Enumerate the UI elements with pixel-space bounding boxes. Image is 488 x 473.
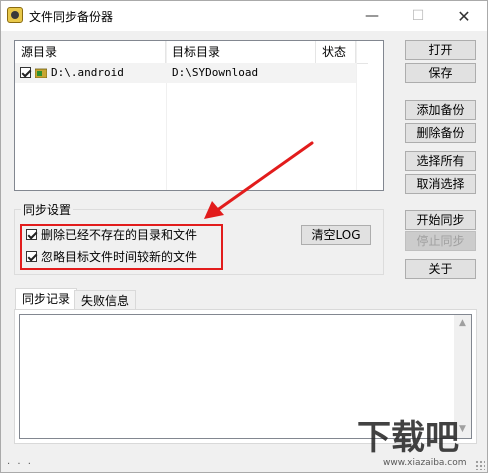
list-item[interactable]: D:\.android D:\SYDownload — [15, 63, 356, 83]
select-all-button[interactable]: 选择所有 — [405, 151, 476, 171]
app-logo-icon — [7, 7, 23, 23]
sync-settings-title: 同步设置 — [21, 201, 74, 218]
title-bar: 文件同步备份器 — ☐ ✕ — [1, 1, 487, 31]
window-title: 文件同步备份器 — [29, 10, 114, 24]
watermark-logo-icon: 下载吧 www.xiazaiba.com — [357, 418, 467, 468]
list-header: 源目录 目标目录 状态 — [15, 41, 368, 64]
add-backup-button[interactable]: 添加备份 — [405, 100, 476, 120]
column-divider — [356, 41, 357, 190]
cancel-selection-button[interactable]: 取消选择 — [405, 174, 476, 194]
status-text: . . . — [7, 456, 33, 467]
column-header-source[interactable]: 源目录 — [15, 41, 166, 63]
minimize-button[interactable]: — — [349, 1, 395, 31]
tab-failure-info[interactable]: 失败信息 — [74, 290, 137, 310]
start-sync-button[interactable]: 开始同步 — [405, 210, 476, 230]
row-target-path: D:\SYDownload — [172, 66, 259, 79]
annotation-highlight-box — [20, 224, 223, 270]
tab-sync-log[interactable]: 同步记录 — [15, 288, 78, 310]
stop-sync-button: 停止同步 — [405, 231, 476, 251]
close-button[interactable]: ✕ — [441, 1, 487, 31]
clear-log-button[interactable]: 清空LOG — [301, 225, 371, 245]
about-button[interactable]: 关于 — [405, 259, 476, 279]
watermark-text: 下载吧 — [357, 418, 459, 458]
column-header-status[interactable]: 状态 — [316, 41, 356, 63]
row-checkbox[interactable] — [20, 67, 31, 78]
save-button[interactable]: 保存 — [405, 63, 476, 83]
watermark-url: www.xiazaiba.com — [383, 458, 467, 468]
row-source-path: D:\.android — [51, 66, 124, 79]
folder-sync-icon — [35, 68, 47, 78]
maximize-button: ☐ — [411, 8, 425, 24]
annotation-arrow-icon — [204, 141, 314, 219]
watermark-logo: 下载吧 www.xiazaiba.com — [353, 409, 485, 469]
app-window: 文件同步备份器 — ☐ ✕ 源目录 目标目录 状态 D:\.android D:… — [0, 0, 488, 473]
column-header-target[interactable]: 目标目录 — [166, 41, 316, 63]
open-button[interactable]: 打开 — [405, 40, 476, 60]
delete-backup-button[interactable]: 删除备份 — [405, 123, 476, 143]
scroll-up-icon[interactable]: ▲ — [454, 315, 471, 332]
